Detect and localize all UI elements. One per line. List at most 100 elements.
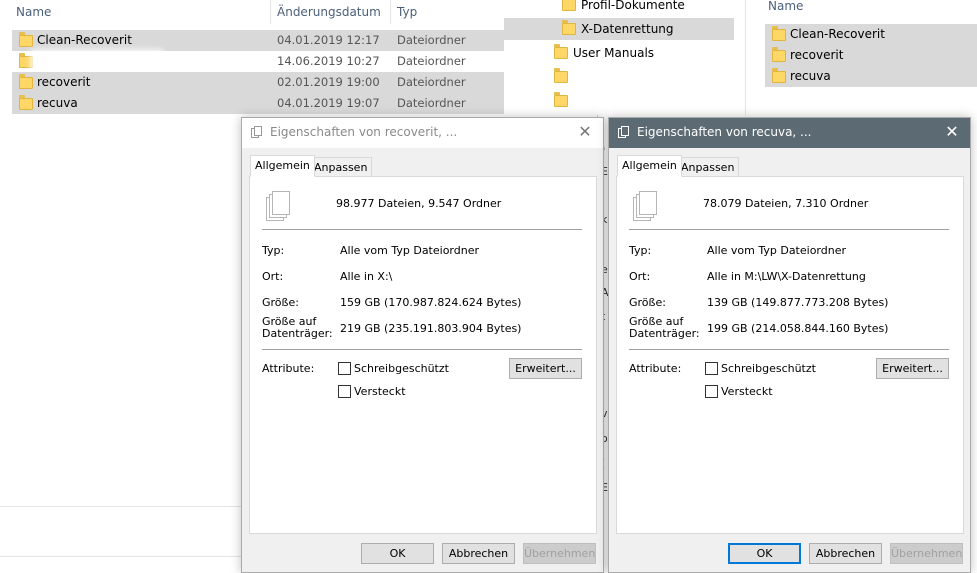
hidden-checkbox[interactable] — [338, 385, 351, 398]
redacted-name — [37, 56, 157, 68]
file-date: 04.01.2019 19:07 — [277, 96, 380, 110]
readonly-label: Schreibgeschützt — [354, 362, 449, 375]
divider — [0, 556, 250, 557]
type-value: Alle vom Typ Dateiordner — [340, 244, 479, 257]
divider — [262, 349, 582, 350]
apply-button[interactable]: Übernehmen — [890, 543, 963, 564]
disk-size-value: 199 GB (214.058.844.160 Bytes) — [707, 322, 889, 335]
folder-icon — [19, 74, 33, 89]
advanced-button[interactable]: Erweitert... — [509, 358, 582, 379]
folder-icon — [554, 44, 568, 59]
readonly-checkbox[interactable] — [338, 362, 351, 375]
folder-stack-icon — [266, 191, 292, 221]
properties-dialog-recuva: Eigenschaften von recuva, ... ✕ Allgemei… — [608, 117, 971, 573]
tree-item[interactable]: Profil-Dokumente — [504, 0, 734, 16]
file-row[interactable]: recuva 04.01.2019 19:07 Dateiordner — [12, 93, 504, 114]
location-value: Alle in X:\ — [340, 270, 393, 283]
file-name: recuva — [37, 96, 78, 110]
file-row[interactable]: 14.06.2019 10:27 Dateiordner — [12, 51, 504, 72]
tab-panel-general: 78.079 Dateien, 7.310 Ordner Typ: Alle v… — [616, 176, 964, 534]
location-label: Ort: — [262, 270, 284, 283]
close-icon[interactable]: ✕ — [575, 122, 595, 142]
file-row[interactable]: Clean-Recoverit — [765, 24, 977, 45]
divider — [0, 506, 250, 507]
file-date: 04.01.2019 12:17 — [277, 33, 380, 47]
ok-button[interactable]: OK — [361, 543, 434, 564]
size-value: 159 GB (170.987.824.624 Bytes) — [340, 296, 522, 309]
file-row[interactable]: recoverit 02.01.2019 19:00 Dateiordner — [12, 72, 504, 93]
file-type: Dateiordner — [397, 33, 466, 47]
location-value: Alle in M:\LW\X-Datenrettung — [707, 270, 866, 283]
readonly-label: Schreibgeschützt — [721, 362, 816, 375]
readonly-checkbox[interactable] — [705, 362, 718, 375]
folder-icon — [772, 68, 786, 83]
tree-item[interactable]: User Manuals — [504, 42, 734, 64]
sort-chevron-icon: ⌃ — [132, 0, 144, 8]
ok-button[interactable]: OK — [728, 543, 801, 564]
folder-icon — [19, 53, 33, 68]
folder-icon — [554, 68, 568, 83]
dialog-titlebar[interactable]: Eigenschaften von recoverit, ... ✕ — [242, 118, 603, 148]
type-label: Typ: — [262, 244, 285, 257]
disk-size-label: Datenträger: — [629, 327, 700, 340]
hidden-label: Versteckt — [721, 385, 773, 398]
tab-allgemein[interactable]: Allgemein — [617, 155, 682, 177]
column-separator[interactable] — [270, 0, 271, 24]
file-name: recuva — [790, 69, 831, 83]
folder-stack-icon — [618, 126, 630, 139]
apply-button[interactable]: Übernehmen — [523, 543, 596, 564]
hidden-checkbox[interactable] — [705, 385, 718, 398]
location-label: Ort: — [629, 270, 651, 283]
size-value: 139 GB (149.877.773.208 Bytes) — [707, 296, 889, 309]
column-header-name[interactable]: Name — [768, 0, 803, 20]
close-icon[interactable]: ✕ — [942, 122, 962, 142]
column-separator[interactable] — [390, 0, 391, 24]
file-row[interactable]: Clean-Recoverit 04.01.2019 12:17 Dateior… — [12, 30, 504, 51]
file-name: Clean-Recoverit — [790, 27, 885, 41]
size-label: Größe: — [262, 296, 299, 309]
file-type: Dateiordner — [397, 54, 466, 68]
file-row[interactable]: recoverit — [765, 45, 977, 66]
type-label: Typ: — [629, 244, 652, 257]
tree-item[interactable] — [504, 90, 734, 112]
attributes-label: Attribute: — [262, 362, 315, 375]
file-row[interactable]: recuva — [765, 66, 977, 87]
disk-size-value: 219 GB (235.191.803.904 Bytes) — [340, 322, 522, 335]
file-name: recoverit — [37, 75, 91, 89]
file-name: recoverit — [790, 48, 844, 62]
disk-size-label: Datenträger: — [262, 327, 333, 340]
tab-anpassen[interactable]: Anpassen — [676, 157, 740, 177]
cancel-button[interactable]: Abbrechen — [809, 543, 882, 564]
tree-item[interactable]: X-Datenrettung — [504, 18, 734, 40]
folder-stack-icon — [633, 191, 659, 221]
file-date: 14.06.2019 10:27 — [277, 54, 380, 68]
column-header-name[interactable]: Name — [16, 0, 51, 26]
file-date: 02.01.2019 19:00 — [277, 75, 380, 89]
folder-icon — [19, 95, 33, 110]
tab-panel-general: 98.977 Dateien, 9.547 Ordner Typ: Alle v… — [249, 176, 597, 534]
divider — [629, 349, 949, 350]
tab-anpassen[interactable]: Anpassen — [309, 157, 373, 177]
folder-icon — [19, 32, 33, 47]
file-type: Dateiordner — [397, 96, 466, 110]
tree-item-label: Profil-Dokumente — [581, 0, 685, 12]
hidden-label: Versteckt — [354, 385, 406, 398]
cancel-button[interactable]: Abbrechen — [442, 543, 515, 564]
column-header-date[interactable]: Änderungsdatum — [277, 0, 381, 26]
file-list-pane-right: Name Clean-Recoverit recoverit recuva — [748, 0, 977, 110]
tree-item[interactable] — [504, 66, 734, 88]
folder-icon — [562, 0, 576, 11]
dialog-titlebar[interactable]: Eigenschaften von recuva, ... ✕ — [609, 118, 970, 148]
folder-icon — [554, 92, 568, 107]
folder-stack-icon — [251, 126, 263, 139]
advanced-button[interactable]: Erweitert... — [876, 358, 949, 379]
type-value: Alle vom Typ Dateiordner — [707, 244, 846, 257]
tab-allgemein[interactable]: Allgemein — [250, 155, 315, 177]
column-header-type[interactable]: Typ — [397, 0, 417, 26]
pane-splitter[interactable] — [745, 0, 746, 115]
attributes-label: Attribute: — [629, 362, 682, 375]
folder-icon — [772, 26, 786, 41]
folder-icon — [562, 20, 576, 35]
summary-text: 98.977 Dateien, 9.547 Ordner — [336, 197, 502, 210]
summary-text: 78.079 Dateien, 7.310 Ordner — [703, 197, 869, 210]
